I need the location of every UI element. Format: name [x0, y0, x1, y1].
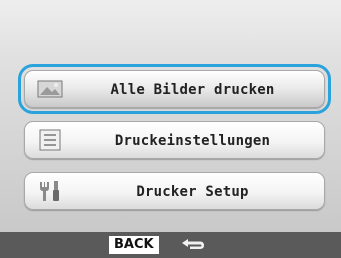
- bottom-bar: BACK: [0, 232, 341, 258]
- tools-icon: [40, 181, 59, 201]
- menu-item-print-all-images[interactable]: Alle Bilder drucken: [18, 64, 331, 114]
- back-button[interactable]: BACK: [109, 236, 159, 254]
- settings-list-icon: [39, 129, 61, 151]
- return-arrow-icon: [182, 239, 204, 249]
- menu-item-label: Druckeinstellungen: [114, 133, 271, 149]
- printer-menu-screen: Alle Bilder drucken Druckeinstellungen D…: [0, 0, 341, 258]
- menu-item-label: Alle Bilder drucken: [110, 82, 275, 98]
- menu-item-label: Drucker Setup: [136, 184, 249, 200]
- image-icon: [37, 80, 63, 98]
- menu-item-printer-setup[interactable]: Drucker Setup: [24, 172, 325, 210]
- menu-item-print-settings[interactable]: Druckeinstellungen: [24, 121, 325, 159]
